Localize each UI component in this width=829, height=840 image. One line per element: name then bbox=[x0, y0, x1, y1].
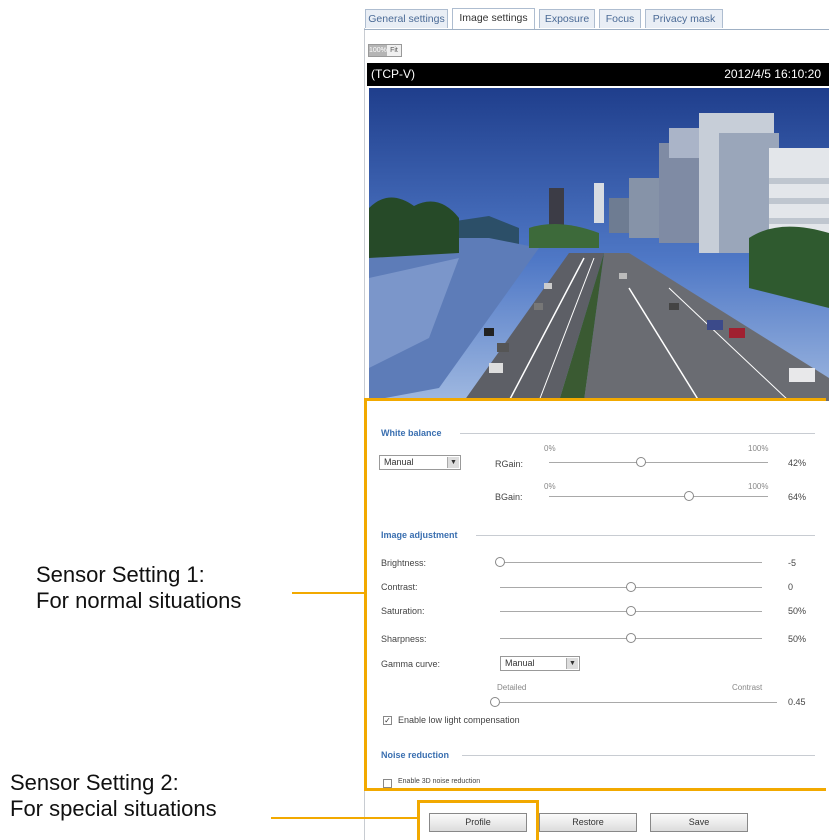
sensor-setting-1-highlight bbox=[364, 398, 826, 791]
restore-button[interactable]: Restore bbox=[539, 813, 637, 832]
stream-label: (TCP-V) bbox=[371, 67, 415, 81]
tab-bar: General settings Image settings Exposure… bbox=[364, 8, 829, 30]
sensor-setting-2-caption: Sensor Setting 2: For special situations bbox=[10, 770, 217, 822]
tab-focus[interactable]: Focus bbox=[599, 9, 641, 28]
save-button[interactable]: Save bbox=[650, 813, 748, 832]
tab-privacy-mask[interactable]: Privacy mask bbox=[645, 9, 723, 28]
sensor-setting-1-caption: Sensor Setting 1: For normal situations bbox=[36, 562, 241, 614]
zoom-toggle: 100% Fit bbox=[368, 44, 402, 57]
video-timestamp: 2012/4/5 16:10:20 bbox=[724, 67, 821, 81]
video-title-bar: (TCP-V) 2012/4/5 16:10:20 bbox=[367, 63, 829, 86]
tab-image-settings[interactable]: Image settings bbox=[452, 8, 535, 29]
tab-exposure[interactable]: Exposure bbox=[539, 9, 595, 28]
sensor-setting-2-leader-line bbox=[271, 817, 417, 819]
sensor-setting-2-highlight bbox=[417, 800, 539, 840]
tab-general-settings[interactable]: General settings bbox=[365, 9, 448, 28]
sensor-setting-1-leader-line bbox=[292, 592, 365, 594]
sensor-setting-2-title: Sensor Setting 2: bbox=[10, 770, 179, 795]
zoom-fit-button[interactable]: Fit bbox=[387, 45, 401, 56]
sensor-setting-1-title: Sensor Setting 1: bbox=[36, 562, 205, 587]
live-video-view bbox=[369, 88, 829, 401]
sensor-setting-1-subtitle: For normal situations bbox=[36, 588, 242, 613]
sensor-setting-2-subtitle: For special situations bbox=[10, 796, 217, 821]
zoom-100-button[interactable]: 100% bbox=[369, 45, 387, 56]
